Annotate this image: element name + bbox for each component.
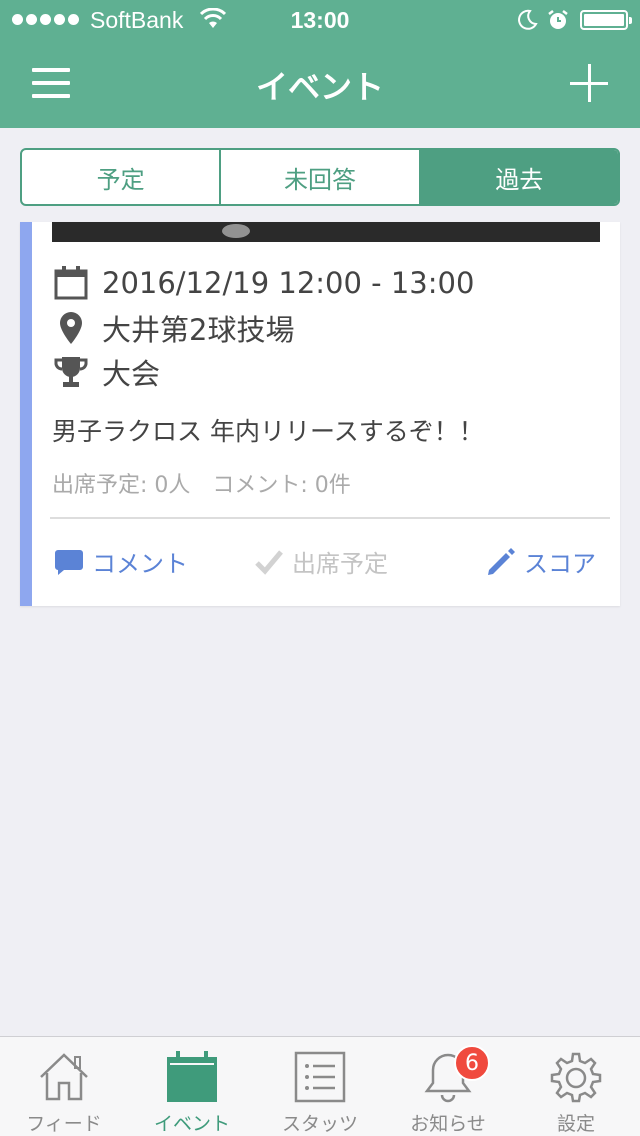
tab-notifications-label: お知らせ: [410, 1113, 486, 1135]
tab-settings-label: 設定: [556, 1113, 595, 1135]
battery-icon: [580, 10, 632, 30]
tab-unanswered[interactable]: 未回答: [221, 150, 421, 204]
event-location: 大井第2球技場: [102, 313, 295, 347]
tab-notifications[interactable]: 6 お知らせ: [384, 1037, 512, 1136]
tab-feed[interactable]: フィード: [0, 1037, 128, 1136]
card-accent-bar: [20, 222, 32, 606]
calendar-icon: [162, 1049, 222, 1105]
tab-events[interactable]: イベント: [128, 1037, 256, 1136]
event-photo: [52, 222, 600, 242]
tab-stats[interactable]: スタッツ: [256, 1037, 384, 1136]
event-category-row: 大会: [52, 351, 160, 393]
event-card[interactable]: 2016/12/19 12:00 - 13:00 大井第2球技場 大会 男子ラク…: [20, 222, 620, 606]
status-bar: SoftBank 13:00: [0, 0, 640, 40]
notification-badge: 6: [454, 1045, 490, 1081]
tab-feed-label: フィード: [26, 1113, 102, 1135]
tab-events-label: イベント: [153, 1113, 230, 1135]
moon-icon: [518, 9, 538, 30]
tab-upcoming[interactable]: 予定: [22, 150, 222, 204]
trophy-icon: [52, 353, 90, 391]
location-pin-icon: [52, 309, 90, 347]
tab-bar: フィード イベント スタッツ 6 お知らせ 設定: [0, 1036, 640, 1136]
score-label: スコア: [524, 550, 596, 578]
calendar-icon: [52, 264, 90, 302]
clock: 13:00: [290, 7, 350, 33]
header: SoftBank 13:00 イベント: [0, 0, 640, 128]
tab-settings[interactable]: 設定: [512, 1037, 640, 1136]
pencil-icon: [484, 545, 518, 579]
event-datetime-row: 2016/12/19 12:00 - 13:00: [52, 264, 474, 302]
attend-label: 出席予定: [292, 550, 388, 578]
nav-bar: イベント: [0, 40, 640, 128]
divider: [50, 517, 610, 519]
event-description: 男子ラクロス 年内リリースするぞ！！: [52, 417, 484, 446]
event-category: 大会: [102, 357, 161, 391]
list-icon: [290, 1049, 350, 1105]
score-button[interactable]: スコア: [484, 544, 596, 579]
tab-past[interactable]: 過去: [420, 150, 618, 204]
comment-label: コメント: [92, 550, 188, 578]
checkmark-icon: [252, 545, 286, 579]
tab-stats-label: スタッツ: [281, 1113, 358, 1135]
event-stats: 出席予定: 0人 コメント: 0件: [52, 473, 351, 498]
alarm-icon: [548, 10, 568, 29]
event-filter-segment: 予定 未回答 過去: [20, 148, 620, 206]
attend-button[interactable]: 出席予定: [252, 544, 388, 579]
add-event-button[interactable]: [568, 62, 612, 106]
page-title: イベント: [255, 68, 384, 106]
comment-icon: [52, 545, 86, 579]
gear-icon: [546, 1049, 606, 1105]
home-icon: [34, 1049, 94, 1105]
event-location-row: 大井第2球技場: [52, 307, 294, 349]
comment-button[interactable]: コメント: [52, 544, 188, 579]
event-datetime: 2016/12/19 12:00 - 13:00: [102, 266, 475, 300]
